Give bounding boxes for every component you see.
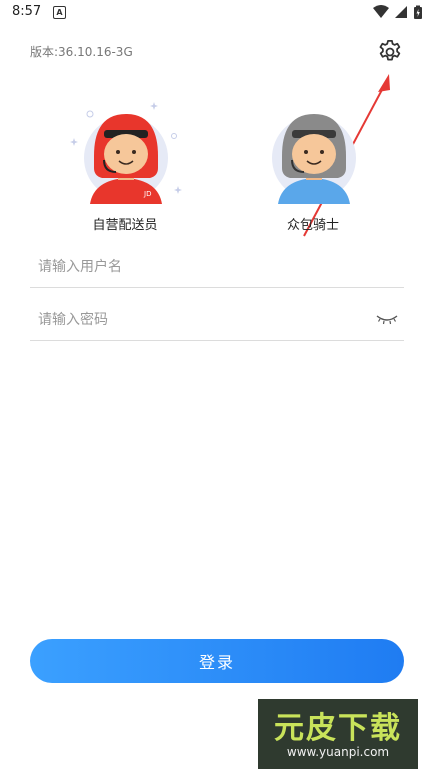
- version-label: 版本:36.10.16-3G: [30, 45, 133, 59]
- username-field: [30, 247, 404, 288]
- toggle-password-visibility[interactable]: [376, 311, 398, 327]
- signal-icon: [394, 6, 407, 18]
- role-crowdsource[interactable]: 众包骑士: [248, 100, 378, 233]
- settings-button[interactable]: [376, 38, 404, 66]
- eye-closed-icon: [376, 315, 398, 325]
- wifi-icon: [372, 5, 389, 18]
- watermark-title: 元皮下载: [274, 711, 402, 746]
- password-input[interactable]: [38, 300, 358, 340]
- role-self-operated[interactable]: JD 自营配送员: [60, 100, 190, 233]
- gear-icon: [379, 40, 401, 61]
- role-label-crowdsource: 众包骑士: [286, 218, 339, 233]
- red-helmet-courier-avatar: JD: [70, 102, 182, 204]
- battery-icon: [414, 5, 422, 19]
- watermark-url: www.yuanpi.com: [286, 745, 390, 759]
- status-icons: [372, 5, 423, 21]
- watermark: 元皮下载 www.yuanpi.com: [258, 699, 418, 769]
- notification-icon: A: [53, 6, 66, 19]
- avatar-crowdsource: [248, 100, 378, 212]
- username-input[interactable]: [38, 247, 358, 287]
- avatar-self-operated: JD: [60, 100, 190, 212]
- badge-text: JD: [143, 190, 151, 198]
- login-button[interactable]: 登录: [30, 639, 404, 683]
- gray-helmet-rider-avatar: [272, 114, 356, 204]
- status-bar: 8:57 A: [0, 0, 433, 26]
- status-time: 8:57: [12, 4, 42, 19]
- role-label-self-operated: 自营配送员: [92, 218, 158, 233]
- password-field: [30, 300, 404, 341]
